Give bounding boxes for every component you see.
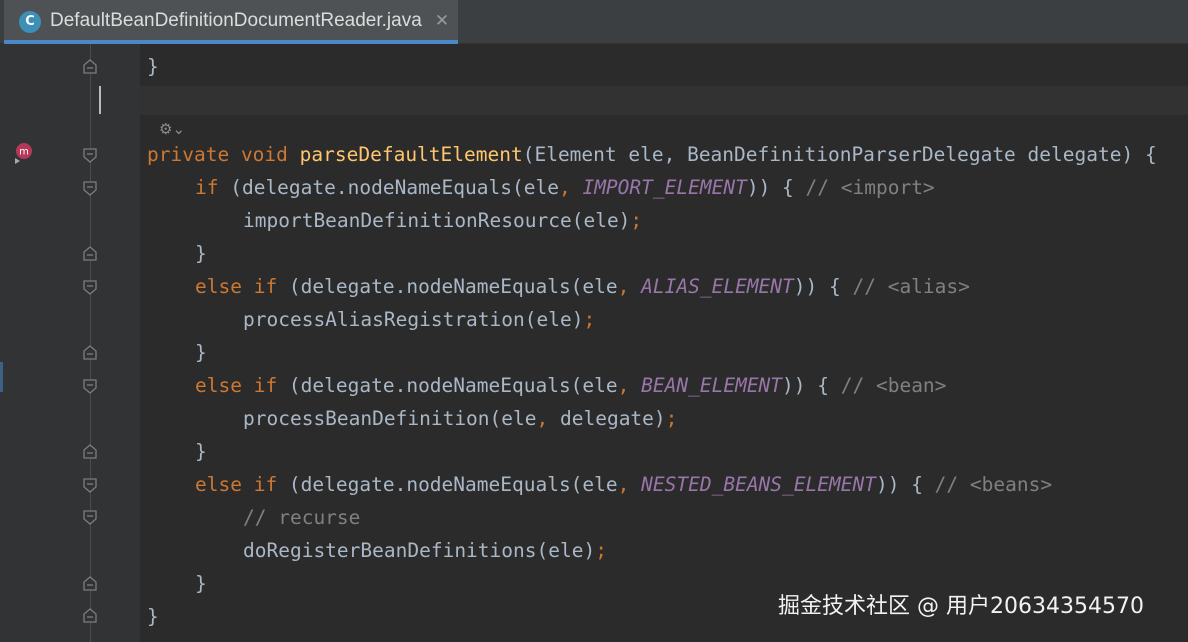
code-line[interactable]: } [147, 603, 159, 631]
semicolon-token: ; [583, 308, 596, 331]
constant-token: IMPORT_ELEMENT [582, 176, 747, 199]
code-line[interactable]: else if (delegate.nodeNameEquals(ele, AL… [195, 273, 970, 301]
fold-start-icon[interactable] [83, 379, 97, 394]
code-token: (delegate.nodeNameEquals(ele [277, 275, 618, 298]
code-line[interactable]: if (delegate.nodeNameEquals(ele, IMPORT_… [195, 174, 935, 202]
fold-start-icon[interactable] [83, 280, 97, 295]
code-line[interactable]: doRegisterBeanDefinitions(ele); [243, 537, 607, 565]
code-line[interactable]: processAliasRegistration(ele); [243, 306, 595, 334]
code-token: } [195, 572, 207, 595]
keyword-token: else if [195, 374, 278, 397]
fold-end-icon[interactable] [83, 345, 97, 360]
code-token: (Element ele, BeanDefinitionParserDelega… [522, 143, 1157, 166]
code-line[interactable]: } [195, 438, 207, 466]
comma-token: , [617, 374, 630, 397]
current-line-highlight [140, 86, 1188, 115]
comment-token: // recurse [243, 506, 361, 529]
keyword-token: else if [195, 275, 278, 298]
constant-token: NESTED_BEANS_ELEMENT [641, 473, 876, 496]
code-token: } [147, 605, 159, 628]
fold-end-icon[interactable] [83, 444, 97, 459]
scroll-marker [0, 362, 3, 392]
constant-token: ALIAS_ELEMENT [641, 275, 794, 298]
code-line[interactable]: else if (delegate.nodeNameEquals(ele, NE… [195, 471, 1052, 499]
code-token: } [195, 440, 207, 463]
fold-end-icon[interactable] [83, 59, 97, 74]
java-class-icon: C [19, 11, 41, 33]
keyword-token: else if [195, 473, 278, 496]
code-token: processBeanDefinition(ele [243, 407, 537, 430]
comment-token: // <import> [805, 176, 935, 199]
watermark: 掘金技术社区 @ 用户20634354570 [778, 594, 1144, 619]
code-token: (delegate.nodeNameEquals(ele [277, 473, 618, 496]
code-line[interactable]: } [195, 339, 207, 367]
code-token: )) { [782, 374, 841, 397]
comment-token: // <beans> [934, 473, 1053, 496]
code-line[interactable]: // recurse [243, 504, 360, 532]
editor-gutter[interactable] [0, 44, 140, 642]
code-token: processAliasRegistration(ele) [243, 308, 584, 331]
fold-start-icon[interactable] [83, 510, 97, 525]
semicolon-token: ; [630, 209, 643, 232]
semicolon-token: ; [665, 407, 678, 430]
comma-token: , [617, 275, 630, 298]
code-token: } [195, 341, 207, 364]
code-token: )) { [746, 176, 806, 199]
method-name-token: parseDefaultElement [299, 143, 523, 166]
code-token: importBeanDefinitionResource(ele) [243, 209, 631, 232]
method-implementation-icon[interactable]: m [13, 141, 37, 165]
code-token: )) { [793, 275, 853, 298]
code-token: } [195, 242, 207, 265]
close-icon[interactable]: ✕ [430, 9, 454, 33]
code-editor[interactable]: m ⚙⌄ } private void parseDefaultElement(… [0, 44, 1188, 642]
code-token: } [147, 55, 159, 78]
constant-token: BEAN_ELEMENT [641, 374, 783, 397]
fold-start-icon[interactable] [83, 478, 97, 493]
fold-end-icon[interactable] [83, 576, 97, 591]
tab-title: DefaultBeanDefinitionDocumentReader.java [50, 10, 422, 31]
vcs-author-glyph: ⚙ [159, 120, 173, 138]
code-token: doRegisterBeanDefinitions(ele) [243, 539, 596, 562]
code-token: delegate) [548, 407, 666, 430]
comma-token: , [617, 473, 630, 496]
code-line[interactable]: private void parseDefaultElement(Element… [147, 141, 1157, 169]
code-line[interactable]: processBeanDefinition(ele, delegate); [243, 405, 677, 433]
code-token: )) { [875, 473, 935, 496]
code-line[interactable]: } [195, 570, 207, 598]
code-token: (delegate.nodeNameEquals(ele [277, 374, 618, 397]
fold-end-icon[interactable] [83, 246, 97, 261]
vcs-author-icon[interactable]: ⚙⌄ [159, 118, 193, 140]
keyword-token: private [147, 143, 230, 166]
code-line[interactable]: else if (delegate.nodeNameEquals(ele, BE… [195, 372, 946, 400]
comma-token: , [558, 176, 571, 199]
tab-default-bean-definition-document-reader[interactable]: C DefaultBeanDefinitionDocumentReader.ja… [4, 0, 458, 44]
code-line[interactable]: } [147, 53, 159, 81]
keyword-token: if [195, 176, 219, 199]
fold-end-icon[interactable] [83, 608, 97, 623]
code-line[interactable]: } [195, 240, 207, 268]
comment-token: // <bean> [840, 374, 947, 397]
fold-guide-line [90, 44, 91, 642]
text-caret [99, 86, 101, 114]
chevron-down-icon: ⌄ [172, 120, 186, 138]
fold-start-icon[interactable] [83, 181, 97, 196]
fold-start-icon[interactable] [83, 148, 97, 163]
comment-token: // <alias> [852, 275, 970, 298]
semicolon-token: ; [595, 539, 607, 562]
comma-token: , [536, 407, 549, 430]
editor-tab-bar: C DefaultBeanDefinitionDocumentReader.ja… [0, 0, 1188, 44]
method-marker-letter: m [19, 147, 29, 158]
code-token: (delegate.nodeNameEquals(ele [218, 176, 559, 199]
keyword-token: void [240, 143, 288, 166]
code-line[interactable]: importBeanDefinitionResource(ele); [243, 207, 642, 235]
